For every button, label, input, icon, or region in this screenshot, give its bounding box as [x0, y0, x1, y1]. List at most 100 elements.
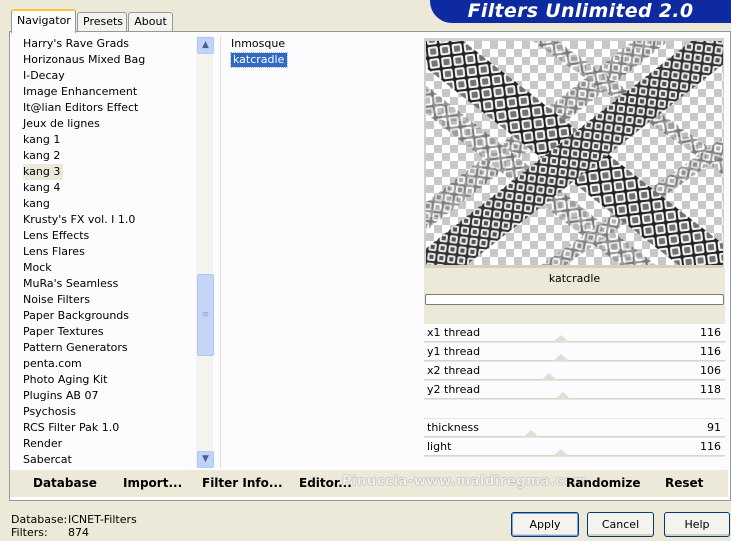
slider-thumb[interactable]	[552, 354, 569, 361]
category-label: penta.com	[23, 357, 82, 370]
chevron-down-icon[interactable]: ▼	[197, 451, 214, 468]
category-item[interactable]: kang 2	[16, 148, 196, 164]
filters-label: Filters:	[11, 526, 48, 539]
parameter-label: x2 thread	[427, 364, 481, 377]
category-list[interactable]: Harry's Rave Grads Horizonaus Mixed Bag I-…	[16, 36, 196, 468]
category-item[interactable]: kang 3	[16, 164, 196, 180]
category-item[interactable]: Lens Effects	[16, 228, 196, 244]
parameter-slider[interactable]: y2 thread 118	[424, 381, 725, 400]
category-label: MuRa's Seamless	[23, 277, 119, 290]
parameter-slider[interactable]: x1 thread 116	[424, 324, 725, 343]
category-item[interactable]: It@lian Editors Effect	[16, 100, 196, 116]
parameter-slider[interactable]: thickness 91	[424, 419, 725, 438]
category-scrollbar[interactable]: ▲ ≡ ▼	[196, 36, 214, 468]
parameter-value: 118	[700, 383, 721, 396]
help-button[interactable]: Help	[664, 512, 730, 537]
parameter-value: 91	[707, 421, 721, 434]
category-item[interactable]: Horizonaus Mixed Bag	[16, 52, 196, 68]
category-item[interactable]: Render	[16, 436, 196, 452]
category-item[interactable]: Paper Textures	[16, 324, 196, 340]
category-item[interactable]: Noise Filters	[16, 292, 196, 308]
category-label: I-Decay	[23, 69, 65, 82]
category-label: Psychosis	[23, 405, 76, 418]
category-label: kang 2	[23, 149, 61, 162]
filter-label: Inmosque	[231, 37, 286, 50]
category-item[interactable]: penta.com	[16, 356, 196, 372]
apply-button[interactable]: Apply	[511, 512, 579, 537]
category-item[interactable]: MuRa's Seamless	[16, 276, 196, 292]
category-item[interactable]: Paper Backgrounds	[16, 308, 196, 324]
filter-list[interactable]: Inmosque katcradle	[220, 36, 417, 468]
slider-thumb[interactable]	[552, 335, 569, 342]
slider-track[interactable]	[424, 341, 725, 342]
category-label: Horizonaus Mixed Bag	[23, 53, 146, 66]
parameter-list: x1 thread 116 y1 thread 116 x2 thread 106 y2 t…	[424, 324, 725, 476]
slider-track[interactable]	[424, 436, 725, 437]
category-label: Sabercat	[23, 453, 72, 466]
grip-icon: ≡	[201, 310, 210, 320]
parameter-label: thickness	[427, 421, 479, 434]
category-item[interactable]: kang 4	[16, 180, 196, 196]
parameter-value: 106	[700, 364, 721, 377]
category-item[interactable]: Mock	[16, 260, 196, 276]
app-title-banner: Filters Unlimited 2.0	[430, 0, 731, 23]
cancel-button[interactable]: Cancel	[587, 512, 654, 537]
filter-info-button[interactable]: Filter Info...	[202, 476, 283, 490]
category-label: kang 1	[23, 133, 61, 146]
category-item[interactable]: Photo Aging Kit	[16, 372, 196, 388]
category-item[interactable]: Krusty's FX vol. I 1.0	[16, 212, 196, 228]
slider-track[interactable]	[424, 360, 725, 361]
category-item[interactable]: Sabercat	[16, 452, 196, 468]
parameter-slider[interactable]: y1 thread 116	[424, 343, 725, 362]
category-label: Lens Effects	[23, 229, 90, 242]
database-label: Database:	[11, 513, 68, 526]
watermark-text: Pinuccia-www.maldiregma.com	[342, 474, 588, 489]
category-item[interactable]: Psychosis	[16, 404, 196, 420]
slider-track[interactable]	[424, 455, 725, 456]
chevron-up-icon[interactable]: ▲	[197, 37, 214, 54]
category-item[interactable]: Pattern Generators	[16, 340, 196, 356]
category-item[interactable]: kang 1	[16, 132, 196, 148]
parameter-value: 116	[700, 440, 721, 453]
category-label: Pattern Generators	[23, 341, 128, 354]
database-button[interactable]: Database	[33, 476, 97, 490]
category-label: kang	[23, 197, 50, 210]
parameter-slider[interactable]: light 116	[424, 438, 725, 457]
category-label: Render	[23, 437, 63, 450]
category-item[interactable]: RCS Filter Pak 1.0	[16, 420, 196, 436]
category-item[interactable]: I-Decay	[16, 68, 196, 84]
slider-thumb[interactable]	[555, 392, 572, 399]
tab-presets[interactable]: Presets	[77, 12, 127, 32]
category-label: Photo Aging Kit	[23, 373, 108, 386]
category-item[interactable]: Jeux de lignes	[16, 116, 196, 132]
reset-button[interactable]: Reset	[665, 476, 703, 490]
filter-item[interactable]: Inmosque	[221, 36, 417, 52]
category-label: Harry's Rave Grads	[23, 37, 130, 50]
progress-bar	[425, 294, 724, 305]
parameter-label: y1 thread	[427, 345, 481, 358]
filter-item[interactable]: katcradle	[221, 52, 417, 68]
category-item[interactable]: kang	[16, 196, 196, 212]
tab-about[interactable]: About	[128, 12, 173, 32]
slider-thumb[interactable]	[523, 430, 540, 437]
scrollbar-thumb[interactable]: ≡	[197, 274, 214, 356]
randomize-button[interactable]: Randomize	[566, 476, 640, 490]
slider-track[interactable]	[424, 379, 725, 380]
slider-thumb[interactable]	[552, 449, 569, 456]
tab-navigator[interactable]: Navigator	[11, 9, 76, 33]
category-label: It@lian Editors Effect	[23, 101, 139, 114]
category-label: Krusty's FX vol. I 1.0	[23, 213, 136, 226]
category-item[interactable]: Lens Flares	[16, 244, 196, 260]
slider-thumb[interactable]	[541, 373, 558, 380]
category-label: Noise Filters	[23, 293, 90, 306]
category-label: Image Enhancement	[23, 85, 138, 98]
category-item[interactable]: Image Enhancement	[16, 84, 196, 100]
category-label: Paper Backgrounds	[23, 309, 130, 322]
category-item[interactable]: Harry's Rave Grads	[16, 36, 196, 52]
slider-track[interactable]	[424, 398, 725, 399]
category-item[interactable]: Plugins AB 07	[16, 388, 196, 404]
parameter-slider[interactable]: x2 thread 106	[424, 362, 725, 381]
category-label: Jeux de lignes	[23, 117, 100, 130]
parameter-empty-row	[424, 400, 725, 419]
import-button[interactable]: Import...	[123, 476, 182, 490]
